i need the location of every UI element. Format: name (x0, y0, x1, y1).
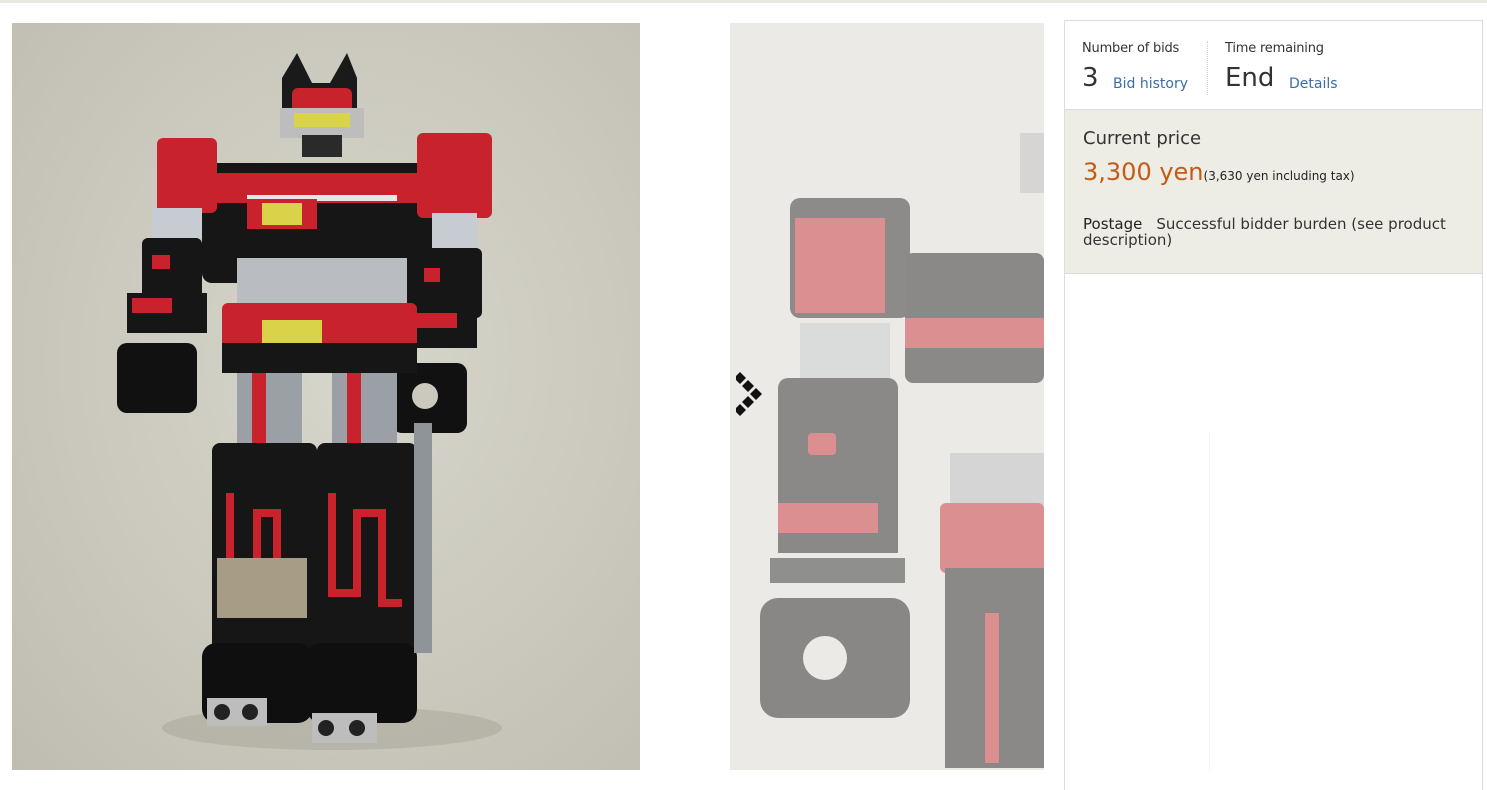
postage-row: Postage Successful bidder burden (see pro… (1083, 216, 1468, 248)
auction-stats: Number of bids 3 Bid history Time remain… (1065, 21, 1482, 110)
auction-info-panel: Number of bids 3 Bid history Time remain… (1064, 20, 1483, 790)
price-box: Current price 3,300 yen(3,630 yen includ… (1065, 110, 1482, 274)
bid-history-link[interactable]: Bid history (1113, 76, 1188, 92)
chevron-right-icon (734, 372, 762, 416)
top-divider (0, 0, 1487, 3)
main-product-image[interactable] (12, 23, 640, 770)
robot-toy-photo (117, 53, 502, 750)
secondary-product-image[interactable] (730, 23, 1044, 770)
next-image-button[interactable] (734, 370, 772, 422)
price-row: 3,300 yen(3,630 yen including tax) (1083, 158, 1355, 186)
robot-toy-closeup-photo (760, 133, 1044, 768)
details-link[interactable]: Details (1289, 76, 1338, 92)
panel-divider (1209, 431, 1210, 771)
bids-count: 3 (1082, 63, 1099, 93)
bids-label: Number of bids (1082, 41, 1180, 56)
price-tax-note: (3,630 yen including tax) (1203, 169, 1355, 183)
current-price-value: 3,300 yen (1083, 158, 1204, 186)
time-remaining-value: End (1225, 63, 1275, 93)
stats-divider (1207, 41, 1209, 95)
time-remaining-label: Time remaining (1225, 41, 1324, 56)
current-price-label: Current price (1083, 128, 1202, 149)
